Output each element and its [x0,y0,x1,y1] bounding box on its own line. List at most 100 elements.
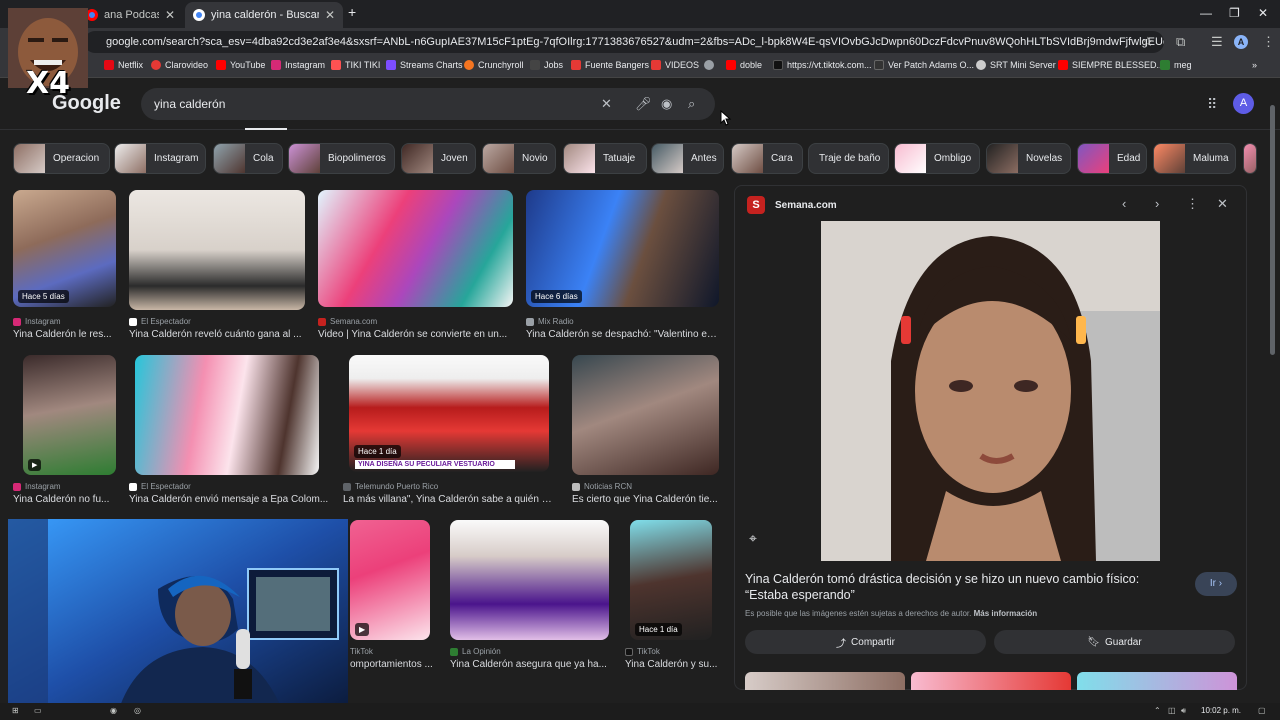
result-title[interactable]: Video | Yina Calderón se convierte en un… [318,329,513,340]
image-result[interactable]: El Espectador Yina Calderón reveló cuánt… [129,190,305,342]
result-title[interactable]: Yina Calderón envió mensaje a Epa Colom.… [129,494,334,505]
visit-button[interactable]: Ir › [1195,572,1237,596]
related-image[interactable] [745,672,905,690]
chip-cola[interactable]: Cola [213,143,283,174]
bookmark-clarovideo[interactable]: Clarovideo [151,60,208,70]
result-title[interactable]: Yina Calderón asegura que ya ha... [450,659,618,670]
chip-instagram[interactable]: Instagram [114,143,206,174]
volume-icon[interactable]: 🔊︎ [1181,706,1186,716]
chip-maluma[interactable]: Maluma [1153,143,1236,174]
result-source[interactable]: Instagram [13,482,61,491]
taskbar-app-icon[interactable]: ◉ [110,706,117,715]
chip-biopolimeros[interactable]: Biopolimeros [288,143,395,174]
tab-google-search[interactable]: yina calderón - Buscar con Goo ✕ [185,2,343,28]
related-image[interactable] [911,672,1071,690]
result-thumbnail[interactable]: Hace 5 días [13,190,116,307]
result-thumbnail[interactable]: ▶ [350,520,430,640]
chip-novio[interactable]: Novio [482,143,556,174]
image-result[interactable]: Semana.com Video | Yina Calderón se conv… [318,190,513,342]
share-button[interactable]: ⤴ Compartir [745,630,986,654]
panel-source[interactable]: S Semana.com [747,196,837,214]
chip-joven[interactable]: Joven [401,143,476,174]
start-icon[interactable]: ⊞ [12,706,19,715]
result-source[interactable]: Instagram [13,317,61,326]
result-thumbnail[interactable] [135,355,319,475]
image-result[interactable]: Hace 1 día TikTok Yina Calderón y su... [625,520,719,672]
result-title[interactable]: Yina Calderón se despachó: "Valentino es… [526,329,719,340]
chip-operacion[interactable]: Operacion [13,143,110,174]
bookmark-youtube[interactable]: YouTube [216,60,265,70]
result-title[interactable]: La más villana", Yina Calderón sabe a qu… [343,494,556,505]
more-options-icon[interactable]: ⋮ [1186,196,1199,212]
image-result[interactable]: El Espectador Yina Calderón envió mensaj… [129,355,334,507]
close-panel-icon[interactable]: ✕ [1217,196,1228,212]
more-bookmarks-icon[interactable]: » [1252,60,1257,70]
result-thumbnail[interactable] [572,355,719,475]
bookmark-globe[interactable] [704,60,718,70]
minimize-icon[interactable]: — [1200,6,1212,20]
bookmark-crunchyroll[interactable]: Crunchyroll [464,60,524,70]
bookmark-netflix[interactable]: Netflix [104,60,143,70]
result-source[interactable]: El Espectador [129,482,191,491]
result-title[interactable]: Es cierto que Yina Calderón tie... [572,494,719,505]
image-result[interactable]: Hace 5 días Instagram Yina Calderón le r… [13,190,116,342]
extensions-icon[interactable]: ⧉ [1176,34,1185,50]
chip-edad[interactable]: Edad [1077,143,1147,174]
result-source[interactable]: Semana.com [318,317,377,326]
result-title[interactable]: Yina Calderón reveló cuánto gana al ... [129,329,305,340]
bookmark-patch-adams[interactable]: Ver Patch Adams O... [874,60,974,70]
browser-menu-icon[interactable]: ⋮ [1262,34,1275,50]
chevron-up-icon[interactable]: ⌃ [1154,706,1161,715]
close-tab-icon[interactable]: ✕ [165,8,175,22]
notifications-icon[interactable]: ▢ [1258,706,1266,715]
image-result[interactable]: ▶ TikTok omportamientos ... [350,520,440,672]
chip-ombligo[interactable]: Ombligo [894,143,980,174]
search-input[interactable]: yina calderón [154,97,225,111]
camera-lens-icon[interactable]: ◉ [661,96,672,112]
bookmark-meg[interactable]: meg [1160,60,1192,70]
system-clock[interactable]: 10:02 p. m. [1201,706,1241,715]
result-source[interactable]: La Opinión [450,647,501,656]
bookmark-siempre-blessed[interactable]: SIEMPRE BLESSED... [1058,60,1164,70]
result-source[interactable]: Telemundo Puerto Rico [343,482,438,491]
panel-title[interactable]: Yina Calderón tomó drástica decisión y s… [745,571,1185,603]
result-thumbnail[interactable]: Hace 1 día [630,520,712,640]
restore-icon[interactable]: ❐ [1229,6,1240,20]
new-tab-button[interactable]: + [348,4,356,20]
bookmark-doble[interactable]: doble [726,60,762,70]
result-thumbnail[interactable]: Hace 6 días [526,190,719,307]
network-icon[interactable]: ◫ [1168,706,1176,715]
result-source[interactable]: Noticias RCN [572,482,632,491]
more-info-link[interactable]: Más información [974,609,1038,618]
bookmark-fuente-bangers[interactable]: Fuente Bangers [571,60,649,70]
result-title[interactable]: Yina Calderón le res... [13,329,116,340]
account-avatar[interactable]: A [1233,93,1254,114]
bookmark-star-icon[interactable]: ☆ [1142,34,1154,50]
search-icon[interactable]: ⌕ [688,96,695,112]
result-title[interactable]: omportamientos ... [350,659,440,670]
next-image-icon[interactable]: › [1155,196,1159,211]
bookmark-streams-charts[interactable]: Streams Charts [386,60,463,70]
previous-image-icon[interactable]: ‹ [1122,196,1126,211]
result-source[interactable]: TikTok [625,647,660,656]
image-result[interactable]: ▶ Instagram Yina Calderón no fu... [13,355,116,507]
save-button[interactable]: 🔖︎ Guardar [994,630,1235,654]
chip-antes[interactable]: Antes [651,143,724,174]
image-result[interactable]: Noticias RCN Es cierto que Yina Calderón… [572,355,719,507]
bookmark-instagram[interactable]: Instagram [271,60,325,70]
bookmark-videos[interactable]: VIDEOS [651,60,699,70]
tab-podcast[interactable]: ana Podcast #112 \ ✕ [78,2,183,28]
close-window-icon[interactable]: ✕ [1258,6,1268,20]
clear-icon[interactable]: ✕ [601,96,612,112]
tab-search-icon[interactable]: ☰ [1211,34,1223,50]
bookmark-tiktok-link[interactable]: https://vt.tiktok.com... [773,60,872,70]
search-box[interactable]: yina calderón ✕ 🎤︎ ◉ ⌕ [141,88,715,120]
related-image[interactable] [1077,672,1237,690]
result-source[interactable]: Mix Radio [526,317,574,326]
image-result[interactable]: YINA DISEÑA SU PECULIAR VESTUARIO Hace 1… [343,355,556,507]
result-title[interactable]: Yina Calderón no fu... [13,494,116,505]
chip-novelas[interactable]: Novelas [986,143,1071,174]
bookmark-jobs[interactable]: Jobs [530,60,563,70]
result-source[interactable]: TikTok [350,647,373,656]
address-bar[interactable]: google.com/search?sca_esv=4dba92cd3e2af3… [84,31,1164,53]
